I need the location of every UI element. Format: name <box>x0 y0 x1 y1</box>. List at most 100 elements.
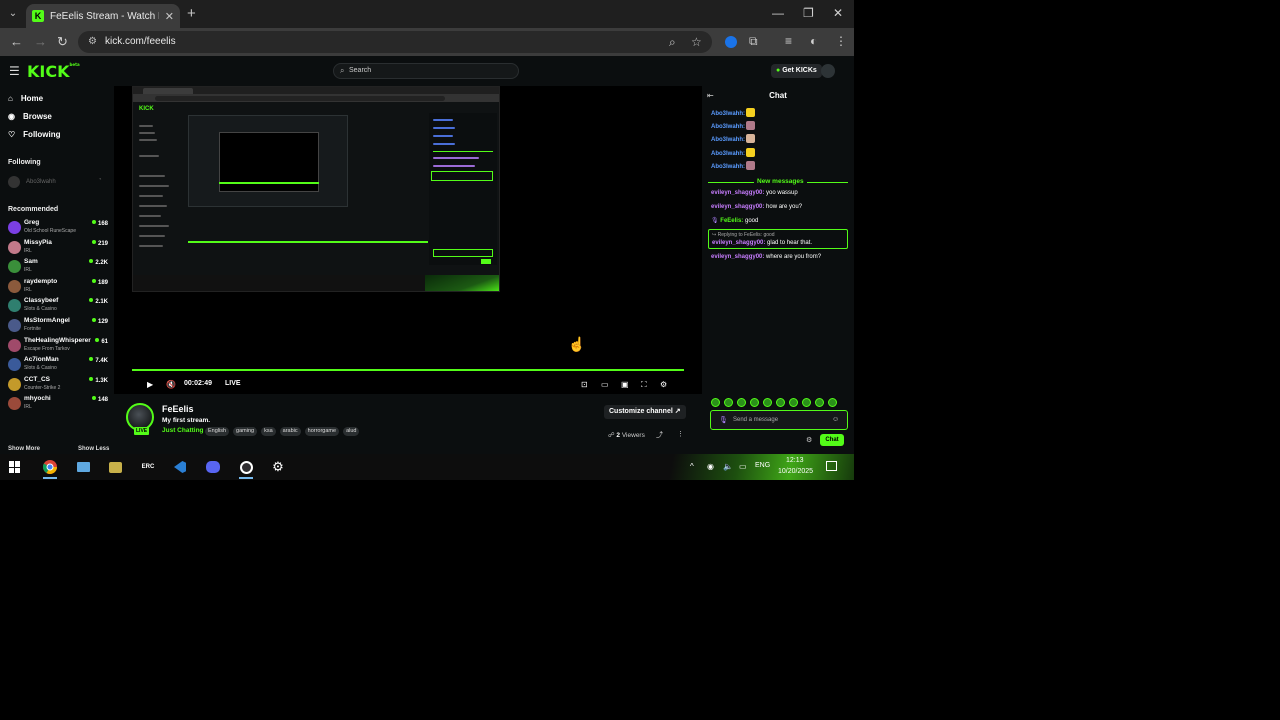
tray-chevron-icon[interactable]: ^ <box>690 462 694 471</box>
stream-tag[interactable]: alud <box>343 427 360 436</box>
streamer-name[interactable]: FeEelis <box>162 404 194 414</box>
extensions-puzzle-icon[interactable]: ⧉ <box>749 34 758 49</box>
chat-username[interactable]: evileyn_shaggy00: <box>711 190 764 196</box>
address-bar[interactable]: ⚙ kick.com/feeelis ⌕ ☆ <box>78 31 712 53</box>
stream-category[interactable]: Just Chatting <box>162 427 204 434</box>
stream-tag[interactable]: arabic <box>279 427 301 436</box>
chat-username[interactable]: Abo3lwahh: <box>711 124 745 130</box>
obs-tray-icon[interactable]: ◉ <box>707 462 714 471</box>
game-taskbar-icon[interactable] <box>105 457 125 477</box>
chat-username[interactable]: evileyn_shaggy00: <box>711 254 764 260</box>
quick-emote-icon[interactable] <box>763 398 772 407</box>
back-icon[interactable]: ← <box>10 34 23 49</box>
stream-tag[interactable]: ksa <box>261 427 276 436</box>
new-tab-button[interactable]: + <box>187 5 196 22</box>
chat-settings-icon[interactable]: ⚙ <box>806 436 812 444</box>
quick-emote-icon[interactable] <box>737 398 746 407</box>
chrome-taskbar-icon[interactable] <box>40 457 60 479</box>
clip-icon[interactable]: ⊡ <box>581 380 588 389</box>
get-kicks-button[interactable]: ● Get KICKs <box>771 64 822 78</box>
recommended-channel[interactable]: CCT_CS Counter-Strike 2 1.3K <box>8 376 108 395</box>
customize-channel-button[interactable]: Customize channel ↗ <box>604 405 686 419</box>
menu-hamburger-icon[interactable]: ☰ <box>9 64 20 78</box>
chat-username[interactable]: Abo3lwahh: <box>711 137 745 143</box>
chat-username[interactable]: evileyn_shaggy00: <box>711 204 764 210</box>
recommended-channel[interactable]: Sam IRL 2.2K <box>8 258 108 277</box>
sidebar-item-browse[interactable]: ◉ Browse <box>8 112 52 121</box>
chat-username[interactable]: Abo3lwahh: <box>711 151 745 157</box>
recommended-channel[interactable]: MsStormAngel Fortnite 129 <box>8 317 108 336</box>
chat-input[interactable]: 🎙 Send a message ☺ <box>710 410 848 430</box>
restore-icon[interactable]: ❐ <box>803 6 814 20</box>
quick-emote-icon[interactable] <box>828 398 837 407</box>
minimize-icon[interactable]: — <box>772 6 784 20</box>
quick-emote-icon[interactable] <box>750 398 759 407</box>
user-avatar[interactable] <box>821 64 835 78</box>
show-less-button[interactable]: Show Less <box>78 446 109 452</box>
quick-emote-icon[interactable] <box>802 398 811 407</box>
extension-icon[interactable] <box>725 36 737 48</box>
quick-emote-icon[interactable] <box>789 398 798 407</box>
progress-bar[interactable] <box>132 369 684 371</box>
more-options-icon[interactable]: ⋮ <box>677 430 684 438</box>
quick-emote-icon[interactable] <box>815 398 824 407</box>
kick-logo[interactable]: KICKbeta <box>27 62 80 81</box>
settings-taskbar-icon[interactable]: ⚙ <box>268 457 288 477</box>
quick-emote-icon[interactable] <box>776 398 785 407</box>
emoji-picker-icon[interactable]: ☺ <box>832 416 839 423</box>
clock-date[interactable]: 10/20/2025 <box>778 468 813 475</box>
recommended-channel[interactable]: mhyochi IRL 148 <box>8 395 108 414</box>
sidebar-item-following[interactable]: ♡ Following <box>8 130 61 139</box>
chat-username[interactable]: Abo3lwahh: <box>711 164 745 170</box>
chat-send-button[interactable]: Chat <box>820 434 844 446</box>
reply-message[interactable]: ↪ Replying to FeEelis: good evileyn_shag… <box>708 229 848 249</box>
video-player[interactable]: KICK ☝ ▶ 🔇 00:02:49 LIVE ⊡ ▭ ▣ ⛶ ⚙ <box>114 86 702 394</box>
play-icon[interactable]: ▶ <box>147 380 153 389</box>
profile-icon[interactable]: ◐ <box>810 34 817 48</box>
volume-icon[interactable]: 🔈 <box>723 462 733 471</box>
show-more-button[interactable]: Show More <box>8 446 40 452</box>
sidebar-item-home[interactable]: ⌂ Home <box>8 94 43 103</box>
quick-emote-icon[interactable] <box>711 398 720 407</box>
reply-username[interactable]: evileyn_shaggy00: <box>712 240 765 246</box>
recommended-channel[interactable]: Ac7ionMan Slots & Casino 7.4K <box>8 356 108 375</box>
media-controls-icon[interactable]: ≡ <box>785 34 792 48</box>
pip-icon[interactable]: ▣ <box>621 380 629 389</box>
share-icon[interactable]: ⤴ <box>656 430 663 440</box>
chat-username[interactable]: FeEelis: <box>720 218 743 224</box>
following-item[interactable]: Abo3lwahh <box>8 176 56 188</box>
zoom-icon[interactable]: ⌕ <box>669 35 676 50</box>
clock-time[interactable]: 12:13 <box>786 457 804 464</box>
eric-app-taskbar-icon[interactable]: ERC <box>138 457 158 477</box>
network-icon[interactable]: ▭ <box>739 462 747 471</box>
new-messages-divider[interactable]: New messages <box>708 178 848 186</box>
obs-taskbar-icon[interactable] <box>236 457 256 479</box>
site-info-icon[interactable]: ⚙ <box>88 36 97 47</box>
stream-tag[interactable]: English <box>205 427 230 436</box>
recommended-channel[interactable]: raydempto IRL 189 <box>8 278 108 297</box>
window-close-icon[interactable]: ✕ <box>833 6 843 20</box>
recommended-channel[interactable]: MissyPia IRL 219 <box>8 239 108 258</box>
discord-taskbar-icon[interactable] <box>203 457 223 477</box>
notifications-icon[interactable] <box>826 461 837 471</box>
search-input[interactable]: ⌕ Search <box>333 63 519 79</box>
recommended-channel[interactable]: Greg Old School RuneScape 168 <box>8 219 108 238</box>
vscode-taskbar-icon[interactable] <box>170 457 190 477</box>
volume-muted-icon[interactable]: 🔇 <box>166 380 176 389</box>
forward-icon[interactable]: → <box>34 34 47 49</box>
recommended-channel[interactable]: Classybeef Slots & Casino 2.1K <box>8 297 108 316</box>
stream-tag[interactable]: gaming <box>233 427 258 436</box>
theater-mode-icon[interactable]: ▭ <box>601 380 609 389</box>
quick-emote-icon[interactable] <box>724 398 733 407</box>
chat-username[interactable]: Abo3lwahh: <box>711 111 745 117</box>
recommended-channel[interactable]: TheHealingWhisperer Escape From Tarkov 61 <box>8 337 108 356</box>
bookmark-star-icon[interactable]: ☆ <box>691 35 702 49</box>
file-explorer-taskbar-icon[interactable] <box>73 457 93 477</box>
tab-search-chevron-icon[interactable]: ⌄ <box>4 5 22 23</box>
stream-tag[interactable]: horrorgame <box>304 427 340 436</box>
browser-tab[interactable]: K FeEelis Stream - Watch Live on Kick ✕ <box>26 4 180 28</box>
browser-menu-icon[interactable]: ⋮ <box>835 34 847 48</box>
windows-start-icon[interactable] <box>9 461 21 473</box>
fullscreen-icon[interactable]: ⛶ <box>641 380 647 390</box>
microphone-icon[interactable]: 🎙 <box>719 416 728 424</box>
